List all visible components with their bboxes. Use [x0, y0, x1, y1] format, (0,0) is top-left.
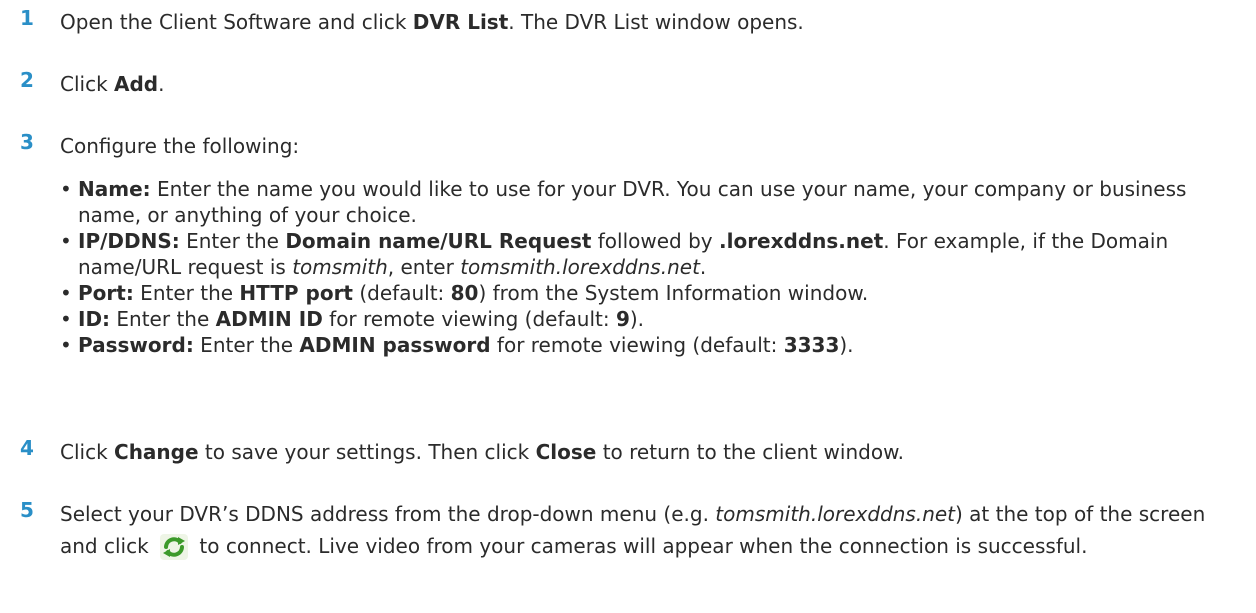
step-number: 4	[20, 436, 34, 460]
text-run: for remote viewing (default:	[322, 307, 616, 331]
text-run: to return to the client window.	[596, 440, 904, 464]
bold-text: Close	[535, 440, 597, 464]
text-run: Enter the	[110, 307, 216, 331]
text-run: Enter the name you would like to use for…	[78, 177, 1187, 227]
text-run: , enter	[387, 255, 461, 279]
text-run: Click	[60, 72, 115, 96]
text-run: . The DVR List window opens.	[508, 10, 804, 34]
bold-text: 3333	[783, 333, 840, 357]
text-run: Enter the	[133, 281, 240, 305]
refresh-icon	[160, 534, 189, 560]
step-text: Open the Client Software and click DVR L…	[60, 6, 1246, 38]
bold-text: 80	[450, 281, 479, 305]
italic-text: tomsmith.lorexddns.net	[715, 502, 956, 526]
bold-text: Domain name/URL Request	[285, 229, 592, 253]
step-text: Select your DVR’s DDNS address from the …	[60, 498, 1246, 562]
text-run: Enter the	[179, 229, 286, 253]
bold-text: ID:	[78, 307, 111, 331]
text-run: Configure the following:	[60, 134, 300, 158]
text-run: .	[699, 255, 707, 279]
config-list: Name: Enter the name you would like to u…	[60, 176, 1246, 358]
bold-text: IP/DDNS:	[78, 229, 180, 253]
text-run: ).	[839, 333, 854, 357]
bold-text: ADMIN password	[299, 333, 491, 357]
text-run: ) from the System Information window.	[478, 281, 869, 305]
text-run: .	[158, 72, 165, 96]
bold-text: Change	[114, 440, 199, 464]
text-run: followed by	[591, 229, 719, 253]
step-number: 3	[20, 130, 34, 154]
italic-text: tomsmith	[292, 255, 388, 279]
text-run: ).	[629, 307, 645, 331]
bold-text: DVR List	[412, 10, 509, 34]
text-run: (default:	[353, 281, 451, 305]
bold-text: HTTP port	[239, 281, 353, 305]
text-run: Enter the	[193, 333, 300, 357]
text-run: Click	[60, 440, 115, 464]
text-run: to connect. Live video from your cameras…	[193, 534, 1088, 558]
bold-text: 9	[615, 307, 630, 331]
step-text: Configure the following:	[60, 130, 1246, 162]
step-text: Click Add.	[60, 68, 1246, 100]
bold-text: Add	[114, 72, 159, 96]
text-run: for remote viewing (default:	[490, 333, 784, 357]
step-text: Click Change to save your settings. Then…	[60, 436, 1246, 468]
config-list-block: Name: Enter the name you would like to u…	[0, 176, 1256, 396]
config-item-id: ID: Enter the ADMIN ID for remote viewin…	[60, 306, 1246, 332]
config-item-name: Name: Enter the name you would like to u…	[60, 176, 1246, 228]
config-item-password: Password: Enter the ADMIN password for r…	[60, 332, 1246, 358]
italic-text: tomsmith.lorexddns.net	[460, 255, 700, 279]
text-run: to save your settings. Then click	[198, 440, 536, 464]
bold-text: ADMIN ID	[215, 307, 323, 331]
step-number: 5	[20, 498, 34, 522]
text-run: Open the Client Software and click	[60, 10, 413, 34]
bold-text: .lorexddns.net	[719, 229, 884, 253]
bold-text: Password:	[78, 333, 194, 357]
config-item-port: Port: Enter the HTTP port (default: 80) …	[60, 280, 1246, 306]
bold-text: Port:	[78, 281, 134, 305]
text-run: Select your DVR’s DDNS address from the …	[60, 502, 716, 526]
config-item-ip-ddns: IP/DDNS: Enter the Domain name/URL Reque…	[60, 228, 1246, 280]
step-number: 2	[20, 68, 34, 92]
step-number: 1	[20, 6, 34, 30]
bold-text: Name:	[78, 177, 151, 201]
